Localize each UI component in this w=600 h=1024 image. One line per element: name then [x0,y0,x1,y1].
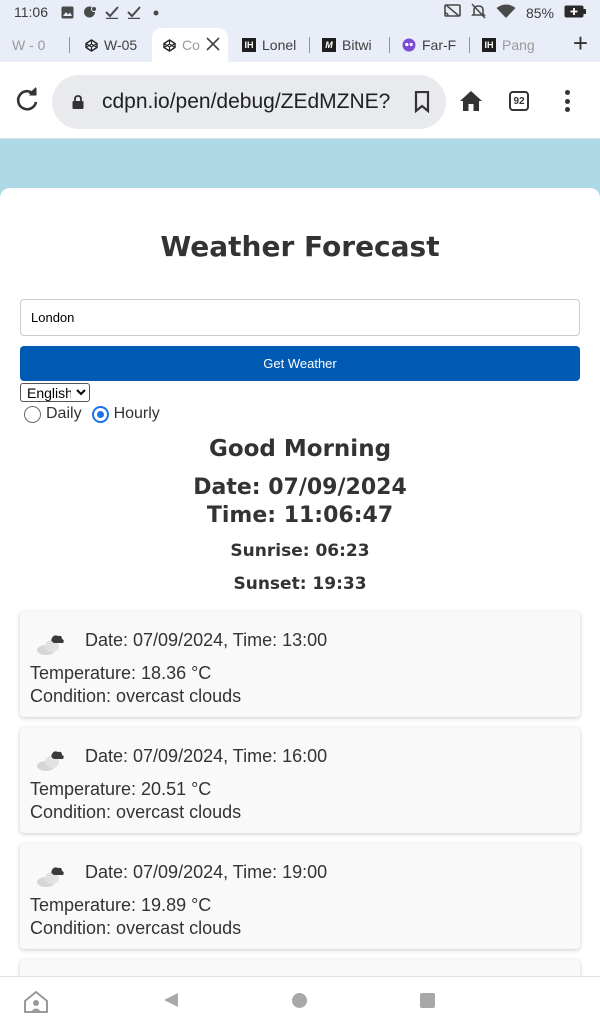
check-icon [126,5,141,20]
forecast-datetime: Date: 07/09/2024, Time: 19:00 [85,862,328,882]
toolbar: cdpn.io/pen/debug/ZEdMZNE? 92 [0,62,600,139]
tab-switcher-button[interactable]: 92 [509,91,529,111]
tab-label: Lonel [262,37,297,53]
back-icon[interactable] [163,992,179,1008]
forecast-type-radios: Daily Hourly [24,405,170,423]
tab-pang[interactable]: IH Pang [482,28,540,62]
forecast-card: Date: 07/09/2024, Time: 19:00 Temperatur… [20,844,580,949]
language-select[interactable]: English [20,383,90,402]
forecast-card: Date: 07/09/2024, Time: 13:00 Temperatur… [20,612,580,717]
get-weather-button[interactable]: Get Weather [20,346,580,381]
tab-separator [389,37,390,53]
launcher-home-icon[interactable] [24,990,48,1013]
home-circle-icon[interactable] [292,993,307,1008]
overcast-clouds-icon [34,744,70,772]
menu-icon[interactable] [560,90,574,112]
forecast-temperature: Temperature: 20.51 °C [30,779,212,799]
overcast-clouds-icon [34,628,70,656]
mute-icon [471,3,486,22]
tab-separator [69,37,70,53]
overcast-clouds-icon [34,860,70,888]
system-indicators: 85% [444,3,586,22]
home-icon[interactable] [459,90,483,112]
url-text[interactable]: cdpn.io/pen/debug/ZEdMZNE? [102,90,392,114]
cast-icon [444,4,461,21]
sunrise: Sunrise: 06:23 [230,541,370,561]
codepen-icon [84,38,98,52]
check-icon [104,5,119,20]
codepen-icon [162,38,176,52]
forecast-datetime: Date: 07/09/2024, Time: 16:00 [85,746,328,766]
tab-codepen-active[interactable]: Co [152,28,228,62]
weather-container: Weather Forecast Get Weather English Dai… [0,188,600,976]
status-time: 11:06 [14,4,48,20]
battery-icon [564,5,586,21]
forecast-card: Date: 07/09/2024, Time: 16:00 Temperatur… [20,728,580,833]
hourly-label[interactable]: Hourly [114,405,160,423]
bookmark-icon[interactable] [414,90,430,114]
forecast-condition: Condition: overcast clouds [30,918,242,938]
battery-text: 85% [525,4,554,21]
page-title: Weather Forecast [160,230,440,263]
current-time: Time: 11:06:47 [206,503,394,528]
sunset: Sunset: 19:33 [233,574,367,594]
ih-icon: IH [482,38,496,52]
tab-label: Pang [502,37,535,53]
tab-label: Far-F [422,37,457,53]
status-bar: 11:06 85% [0,0,600,25]
tab-far-f[interactable]: Far-F [402,28,460,62]
close-icon[interactable] [206,37,220,54]
tab-label: W-05 [104,37,138,53]
lock-icon[interactable] [72,95,84,109]
tab-label: Bitwi [342,37,372,53]
recents-icon[interactable] [420,993,435,1008]
greeting: Good Morning [208,436,392,462]
current-date: Date: 07/09/2024 [193,475,407,500]
page-background: Weather Forecast Get Weather English Dai… [0,139,600,976]
forecast-condition: Condition: overcast clouds [30,802,242,822]
ih-icon: IH [242,38,256,52]
tab-strip: W - 0 W-05 Co IH Lonel M Bitwi Far-F IH … [0,25,600,62]
system-nav-bar [0,976,600,1024]
hourly-radio[interactable] [91,405,109,423]
daily-label[interactable]: Daily [46,405,82,423]
tab-label: Co [182,37,200,53]
forecast-temperature: Temperature: 19.89 °C [30,895,212,915]
tab-w-0[interactable]: W - 0 [12,28,62,62]
tab-label: W - 0 [12,37,46,53]
dot-icon [148,5,163,20]
daily-radio[interactable] [24,405,41,423]
forecast-card-partial [20,960,580,976]
address-bar[interactable]: cdpn.io/pen/debug/ZEdMZNE? [52,75,446,129]
new-tab-button[interactable]: + [573,30,588,56]
image-icon [60,5,75,20]
tab-w-05[interactable]: W-05 [84,28,142,62]
tab-bitwise[interactable]: M Bitwi [322,28,380,62]
notification-icons [60,5,163,20]
tab-lonely[interactable]: IH Lonel [242,28,300,62]
m-icon: M [322,38,336,52]
forecast-condition: Condition: overcast clouds [30,686,242,706]
tab-separator [309,37,310,53]
chat-icon [82,5,97,20]
reload-icon[interactable] [14,87,40,113]
forecast-datetime: Date: 07/09/2024, Time: 13:00 [85,630,328,650]
face-icon [402,38,416,52]
wifi-icon [496,4,516,22]
city-input[interactable] [20,299,580,336]
tab-separator [469,37,470,53]
forecast-temperature: Temperature: 18.36 °C [30,663,212,683]
